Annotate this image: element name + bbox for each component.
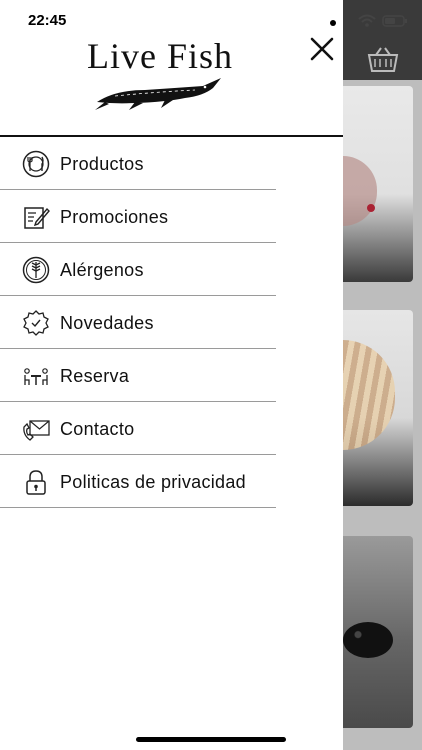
wheat-icon xyxy=(22,256,50,284)
food-image xyxy=(343,340,395,450)
navigation-drawer: Live Fish Productos Promociones Alérgeno… xyxy=(0,0,343,750)
wifi-icon xyxy=(358,14,376,27)
app-screen: 22:45 Live Fish Productos Promociones Al… xyxy=(0,0,422,750)
food-image xyxy=(343,622,393,658)
signal-icon xyxy=(330,20,336,26)
menu-item-promociones[interactable]: Promociones xyxy=(0,190,276,243)
envelope-phone-icon xyxy=(23,420,50,441)
battery-icon xyxy=(382,15,407,27)
product-card[interactable] xyxy=(343,536,413,728)
background-content xyxy=(343,0,422,750)
food-image-detail xyxy=(367,204,375,212)
table-reservation-icon xyxy=(24,368,48,385)
background-header xyxy=(343,0,422,80)
status-indicators xyxy=(330,14,410,28)
menu-item-label: Politicas de privacidad xyxy=(60,472,246,492)
badge-icon xyxy=(23,310,49,336)
status-bar: 22:45 xyxy=(0,0,343,40)
product-card[interactable] xyxy=(343,86,413,282)
drawer-menu: Productos Promociones Alérgenos Novedade… xyxy=(0,137,276,508)
menu-item-alergenos[interactable]: Alérgenos xyxy=(0,243,276,296)
app-logo-text: Live Fish xyxy=(86,36,233,76)
menu-item-novedades[interactable]: Novedades xyxy=(0,296,276,349)
food-image xyxy=(343,156,377,226)
menu-item-contacto[interactable]: Contacto xyxy=(0,402,276,455)
dish-icon xyxy=(22,150,50,178)
menu-item-label: Contacto xyxy=(60,419,135,439)
home-indicator[interactable] xyxy=(136,737,286,742)
menu-item-label: Reserva xyxy=(60,366,130,386)
status-time: 22:45 xyxy=(28,12,67,29)
lock-icon xyxy=(26,470,46,495)
document-edit-icon xyxy=(24,207,50,229)
sturgeon-logo-icon xyxy=(95,78,221,110)
menu-item-label: Productos xyxy=(60,154,144,174)
basket-icon[interactable] xyxy=(367,45,399,73)
menu-item-label: Alérgenos xyxy=(60,260,144,280)
menu-item-productos[interactable]: Productos xyxy=(0,137,276,190)
menu-item-reserva[interactable]: Reserva xyxy=(0,349,276,402)
menu-item-label: Promociones xyxy=(60,207,169,227)
menu-item-label: Novedades xyxy=(60,313,154,333)
menu-item-privacidad[interactable]: Politicas de privacidad xyxy=(0,455,276,508)
product-card[interactable] xyxy=(343,310,413,506)
